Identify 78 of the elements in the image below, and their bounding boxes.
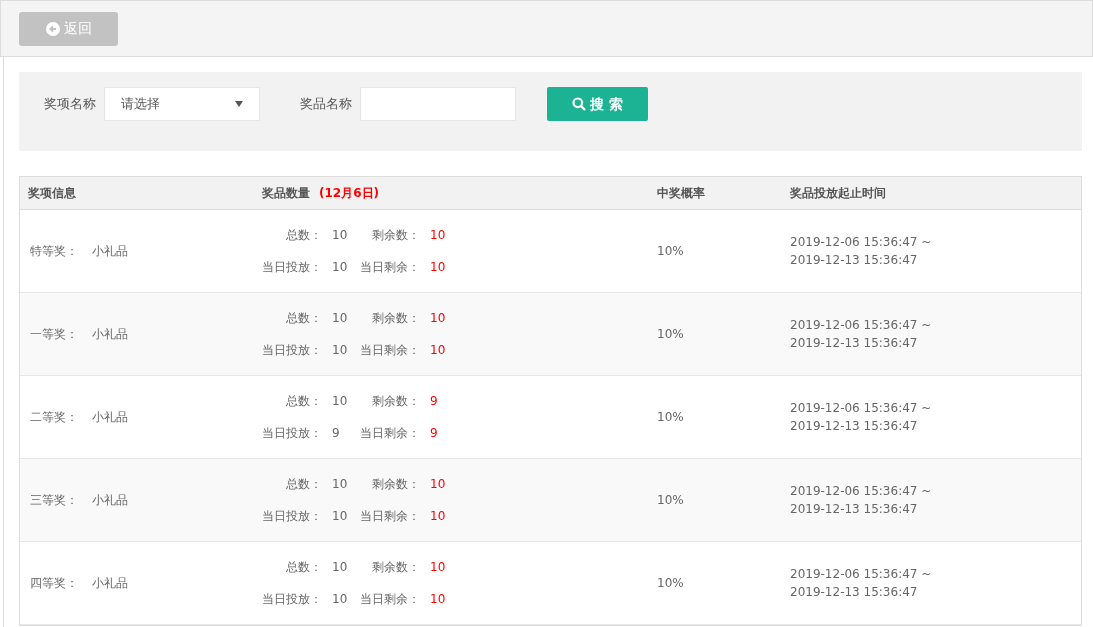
- column-header: 奖品投放起止时间: [790, 186, 886, 200]
- start-time: 2019-12-06 15:36:47 ~: [790, 483, 933, 500]
- stat-label: 总数：: [285, 476, 322, 493]
- win-rate: 10%: [657, 244, 684, 258]
- stat-label: 当日剩余：: [359, 508, 420, 525]
- stat-value: 10: [331, 393, 349, 410]
- end-time: 2019-12-13 15:36:47: [790, 335, 919, 352]
- award-label: 奖项名称: [44, 95, 96, 114]
- award-name: 一等奖：: [30, 326, 78, 343]
- stat-value: 10: [331, 559, 349, 576]
- date-note: (12月6日): [319, 185, 380, 202]
- stat-label: 剩余数：: [371, 559, 420, 576]
- prize-name: 小礼品: [92, 409, 128, 426]
- stat-label: 当日投放：: [261, 508, 322, 525]
- stat-label: 总数：: [285, 559, 322, 576]
- stat-value: 9: [429, 393, 439, 410]
- stat-value: 10: [331, 342, 349, 359]
- stat-label: 剩余数：: [371, 227, 420, 244]
- prize-label: 奖品名称: [300, 95, 352, 114]
- win-rate: 10%: [657, 576, 684, 590]
- win-rate: 10%: [657, 493, 684, 507]
- stat-value: 10: [331, 259, 349, 276]
- end-time: 2019-12-13 15:36:47: [790, 584, 919, 601]
- win-rate: 10%: [657, 327, 684, 341]
- prize-name: 小礼品: [92, 575, 128, 592]
- award-name: 特等奖：: [30, 243, 78, 260]
- prize-name: 小礼品: [92, 243, 128, 260]
- start-time: 2019-12-06 15:36:47 ~: [790, 317, 933, 334]
- stat-label: 当日剩余：: [359, 591, 420, 608]
- stat-value: 10: [331, 227, 349, 244]
- stat-value: 10: [429, 591, 447, 608]
- stat-label: 剩余数：: [371, 393, 420, 410]
- stat-label: 当日投放：: [261, 259, 322, 276]
- stat-value: 9: [331, 425, 341, 442]
- award-name: 三等奖：: [30, 492, 78, 509]
- start-time: 2019-12-06 15:36:47 ~: [790, 234, 933, 251]
- stat-label: 当日剩余：: [359, 425, 420, 442]
- prize-input[interactable]: [360, 87, 516, 121]
- search-button[interactable]: 搜 索: [547, 87, 648, 121]
- search-icon: [572, 97, 587, 111]
- stat-label: 总数：: [285, 393, 322, 410]
- stat-value: 10: [429, 259, 447, 276]
- stat-label: 当日投放：: [261, 591, 322, 608]
- dropdown-caret-icon: [235, 101, 243, 107]
- stat-value: 10: [429, 342, 447, 359]
- win-rate: 10%: [657, 410, 684, 424]
- prize-name: 小礼品: [92, 326, 128, 343]
- stat-value: 10: [331, 591, 349, 608]
- stat-label: 当日剩余：: [359, 342, 420, 359]
- stat-value: 10: [331, 508, 349, 525]
- stat-label: 总数：: [285, 310, 322, 327]
- stat-label: 总数：: [285, 227, 322, 244]
- stat-value: 10: [429, 310, 447, 327]
- stat-value: 10: [331, 310, 349, 327]
- column-header: 奖项信息: [28, 186, 76, 200]
- award-name: 二等奖：: [30, 409, 78, 426]
- award-name: 四等奖：: [30, 575, 78, 592]
- start-time: 2019-12-06 15:36:47 ~: [790, 400, 933, 417]
- stat-value: 9: [429, 425, 439, 442]
- end-time: 2019-12-13 15:36:47: [790, 418, 919, 435]
- stat-value: 10: [331, 476, 349, 493]
- start-time: 2019-12-06 15:36:47 ~: [790, 566, 933, 583]
- stat-value: 10: [429, 508, 447, 525]
- stat-value: 10: [429, 476, 447, 493]
- column-header: 奖品数量: [262, 185, 310, 202]
- end-time: 2019-12-13 15:36:47: [790, 252, 919, 269]
- stat-value: 10: [429, 559, 447, 576]
- stat-label: 当日剩余：: [359, 259, 420, 276]
- prize-name: 小礼品: [92, 492, 128, 509]
- stat-label: 剩余数：: [371, 476, 420, 493]
- stat-label: 当日投放：: [261, 342, 322, 359]
- stat-value: 10: [429, 227, 447, 244]
- arrow-left-circle-icon: [45, 21, 60, 36]
- column-header: 中奖概率: [657, 186, 705, 200]
- stat-label: 当日投放：: [261, 425, 322, 442]
- award-select[interactable]: 请选择: [104, 87, 260, 121]
- end-time: 2019-12-13 15:36:47: [790, 501, 919, 518]
- stat-label: 剩余数：: [371, 310, 420, 327]
